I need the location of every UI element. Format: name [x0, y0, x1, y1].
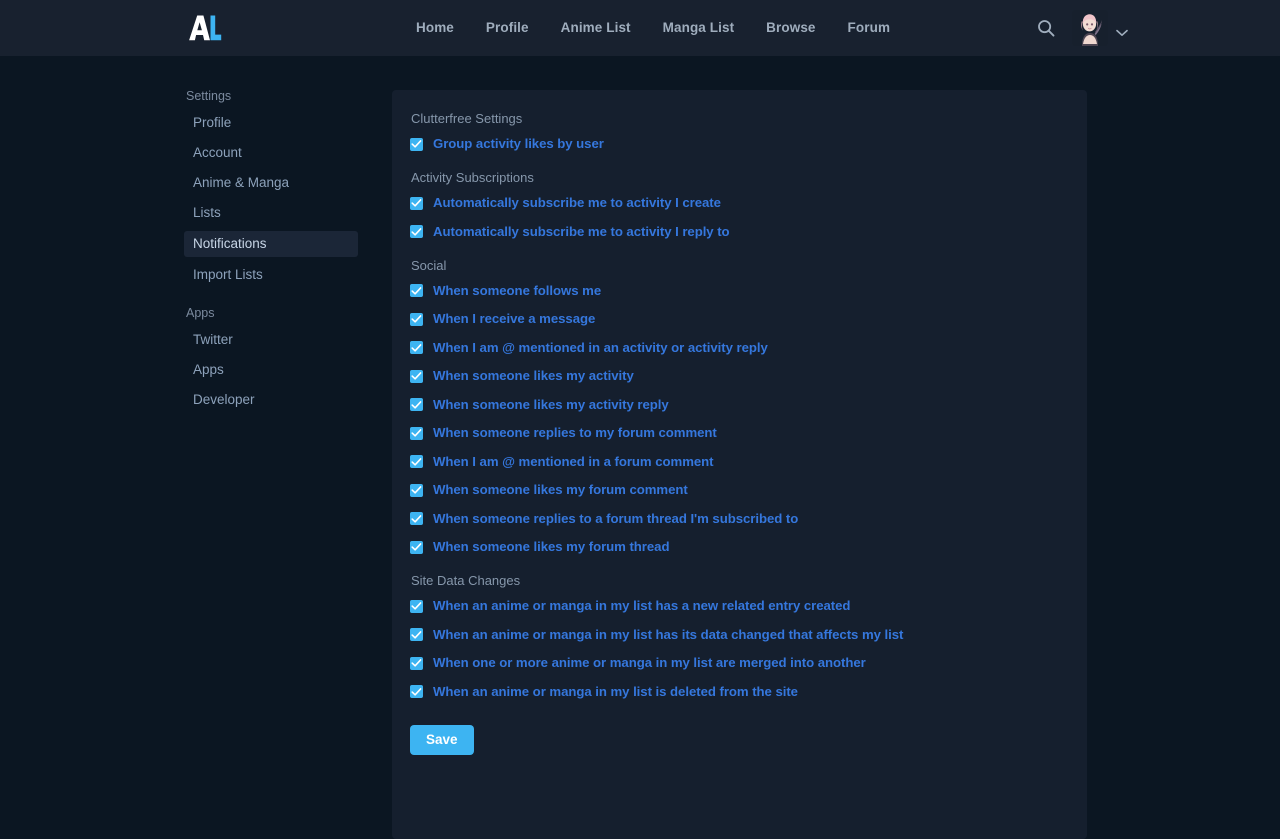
sidebar-item-apps[interactable]: Apps — [184, 358, 358, 382]
checkbox-label: When someone likes my activity — [433, 368, 634, 383]
checkbox-checked-icon[interactable] — [410, 540, 423, 554]
checkbox-checked-icon[interactable] — [410, 398, 423, 411]
checkbox-label: When someone replies to a forum thread I… — [433, 510, 799, 526]
checkbox-checked-icon[interactable] — [410, 512, 423, 525]
sidebar-item-import-lists[interactable]: Import Lists — [184, 263, 358, 287]
checkbox-label: When someone likes my forum comment — [433, 482, 688, 497]
checkbox-label: When I receive a message — [433, 311, 596, 326]
checkbox-checked-icon[interactable] — [410, 225, 423, 238]
checkbox-row[interactable]: When someone likes my forum thread — [410, 536, 1069, 558]
nav-link-browse[interactable]: Browse — [750, 0, 831, 56]
sidebar-group-title-apps: Apps — [186, 306, 215, 320]
sidebar-item-developer[interactable]: Developer — [184, 388, 358, 412]
checkbox-checked-icon[interactable] — [410, 312, 423, 326]
notification-settings-card: Clutterfree Settings Group activity like… — [392, 90, 1087, 839]
section-title: Site Data Changes — [411, 573, 521, 588]
checkbox-row[interactable]: When I receive a message — [410, 308, 1069, 330]
checkbox-row[interactable]: When someone likes my activity — [410, 365, 1069, 387]
checkbox-row[interactable]: When one or more anime or manga in my li… — [410, 652, 1069, 674]
nav-link-anime-list[interactable]: Anime List — [545, 0, 647, 56]
checkbox-row[interactable]: When an anime or manga in my list is del… — [410, 681, 1069, 703]
checkbox-checked-icon[interactable] — [410, 196, 423, 210]
nav-link-forum[interactable]: Forum — [832, 0, 907, 56]
sidebar-item-notifications[interactable]: Notifications — [184, 231, 358, 257]
checkbox-row[interactable]: When an anime or manga in my list has a … — [410, 595, 1069, 617]
checkbox-label: When an anime or manga in my list is del… — [433, 683, 798, 699]
checkbox-checked-icon[interactable] — [410, 656, 423, 670]
checkbox-row[interactable]: When I am @ mentioned in a forum comment — [410, 451, 1069, 473]
anilist-logo[interactable] — [188, 12, 222, 44]
checkbox-checked-icon[interactable] — [410, 483, 423, 497]
checkbox-label: When an anime or manga in my list has a … — [433, 598, 851, 613]
section-site-data-changes: Site Data Changes When an anime or manga… — [410, 572, 1069, 703]
section-title: Social — [411, 257, 447, 273]
checkbox-row[interactable]: Automatically subscribe me to activity I… — [410, 192, 1069, 214]
checkbox-row[interactable]: When someone replies to my forum comment — [410, 422, 1069, 444]
nav-link-profile[interactable]: Profile — [470, 0, 545, 56]
section-social: Social When someone follows me When I re… — [410, 257, 1069, 559]
checkbox-checked-icon[interactable] — [410, 685, 423, 698]
sidebar-item-twitter[interactable]: Twitter — [184, 328, 358, 352]
checkbox-checked-icon[interactable] — [410, 426, 423, 440]
checkbox-checked-icon[interactable] — [410, 628, 423, 641]
sidebar-item-account[interactable]: Account — [184, 141, 358, 165]
checkbox-row[interactable]: When I am @ mentioned in an activity or … — [410, 337, 1069, 359]
checkbox-label: When someone replies to my forum comment — [433, 425, 717, 440]
checkbox-label: When an anime or manga in my list has it… — [433, 626, 904, 642]
sidebar-item-lists[interactable]: Lists — [184, 201, 358, 225]
checkbox-label: When I am @ mentioned in an activity or … — [433, 339, 768, 355]
section-activity-subscriptions: Activity Subscriptions Automatically sub… — [410, 169, 1069, 243]
sidebar-item-profile[interactable]: Profile — [184, 111, 358, 135]
save-button-container: Save — [410, 724, 1069, 755]
checkbox-label: When someone likes my activity reply — [433, 396, 669, 412]
header-right — [1036, 0, 1128, 56]
section-clutterfree-settings: Clutterfree Settings Group activity like… — [410, 110, 1069, 155]
section-title: Activity Subscriptions — [411, 170, 534, 185]
checkbox-label: When I am @ mentioned in a forum comment — [433, 453, 714, 469]
nav-link-home[interactable]: Home — [400, 0, 470, 56]
site-header: Home Profile Anime List Manga List Brows… — [0, 0, 1280, 56]
checkbox-row[interactable]: When an anime or manga in my list has it… — [410, 624, 1069, 646]
avatar[interactable] — [1072, 10, 1108, 46]
checkbox-checked-icon[interactable] — [410, 599, 423, 613]
settings-sidebar: Settings Profile Account Anime & Manga L… — [184, 88, 358, 418]
sidebar-item-anime-manga[interactable]: Anime & Manga — [184, 171, 358, 195]
chevron-down-icon[interactable] — [1116, 24, 1128, 36]
checkbox-row[interactable]: When someone likes my activity reply — [410, 394, 1069, 416]
user-menu[interactable] — [1072, 10, 1128, 46]
main-nav: Home Profile Anime List Manga List Brows… — [400, 0, 906, 56]
checkbox-row[interactable]: Automatically subscribe me to activity I… — [410, 221, 1069, 243]
checkbox-row[interactable]: When someone follows me — [410, 280, 1069, 302]
nav-link-manga-list[interactable]: Manga List — [647, 0, 751, 56]
checkbox-row[interactable]: Group activity likes by user — [410, 133, 1069, 155]
checkbox-checked-icon[interactable] — [410, 284, 423, 297]
checkbox-checked-icon[interactable] — [410, 455, 423, 468]
checkbox-label: Group activity likes by user — [433, 136, 604, 151]
checkbox-label: Automatically subscribe me to activity I… — [433, 223, 730, 239]
checkbox-checked-icon[interactable] — [410, 137, 423, 151]
checkbox-label: Automatically subscribe me to activity I… — [433, 195, 721, 210]
save-button[interactable]: Save — [410, 724, 474, 755]
sidebar-group-title-settings: Settings — [186, 89, 232, 103]
checkbox-checked-icon[interactable] — [410, 341, 423, 354]
section-title: Clutterfree Settings — [411, 111, 523, 126]
checkbox-checked-icon[interactable] — [410, 369, 423, 383]
checkbox-row[interactable]: When someone likes my forum comment — [410, 479, 1069, 501]
search-icon[interactable] — [1036, 18, 1056, 38]
checkbox-label: When someone likes my forum thread — [433, 539, 670, 554]
checkbox-label: When one or more anime or manga in my li… — [433, 655, 866, 670]
checkbox-label: When someone follows me — [433, 282, 602, 298]
checkbox-row[interactable]: When someone replies to a forum thread I… — [410, 508, 1069, 530]
page-body: Settings Profile Account Anime & Manga L… — [0, 56, 1280, 839]
